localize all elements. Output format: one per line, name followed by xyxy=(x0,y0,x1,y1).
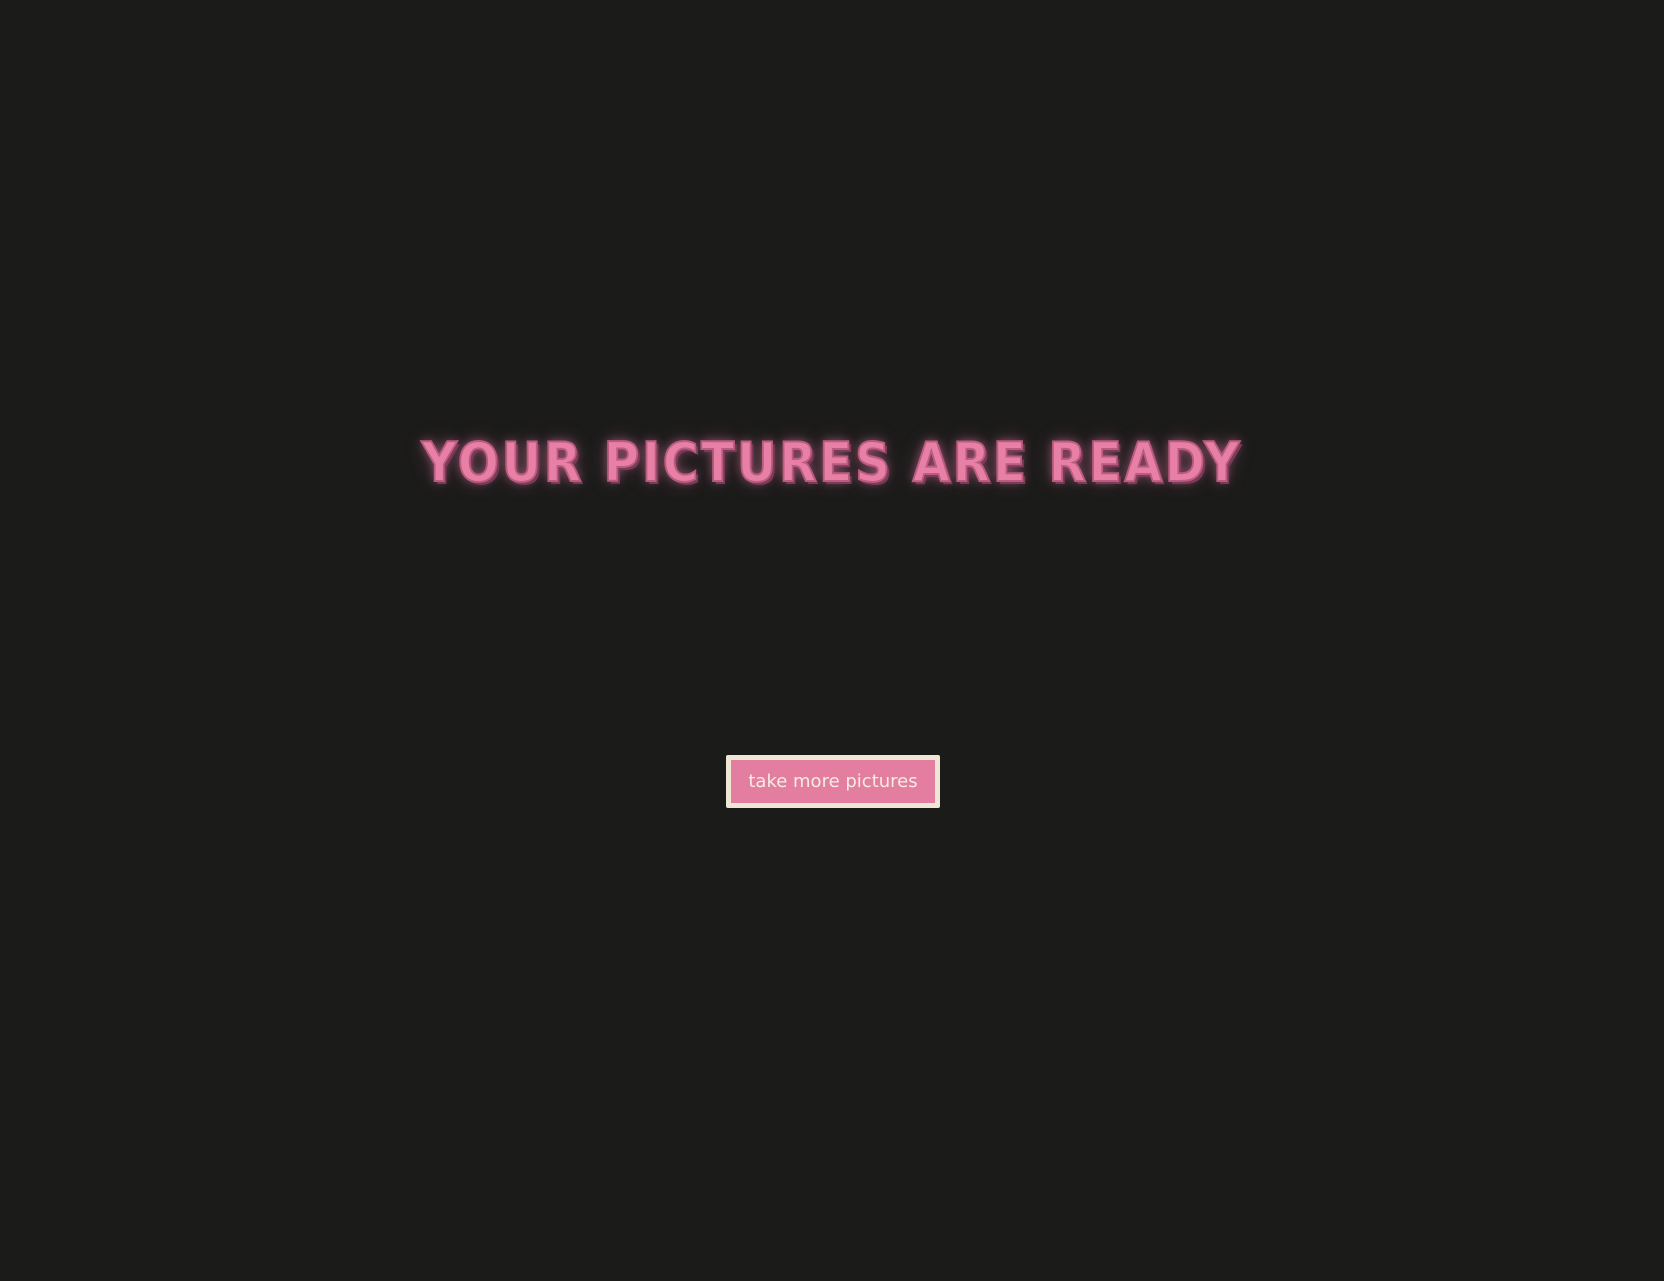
results-screen: YOUR PICTURES ARE READY take more pictur… xyxy=(0,0,1664,1281)
title-container: YOUR PICTURES ARE READY xyxy=(0,431,1664,495)
page-title: YOUR PICTURES ARE READY xyxy=(421,431,1243,495)
action-container: take more pictures xyxy=(0,755,1664,808)
take-more-pictures-button[interactable]: take more pictures xyxy=(726,755,940,808)
